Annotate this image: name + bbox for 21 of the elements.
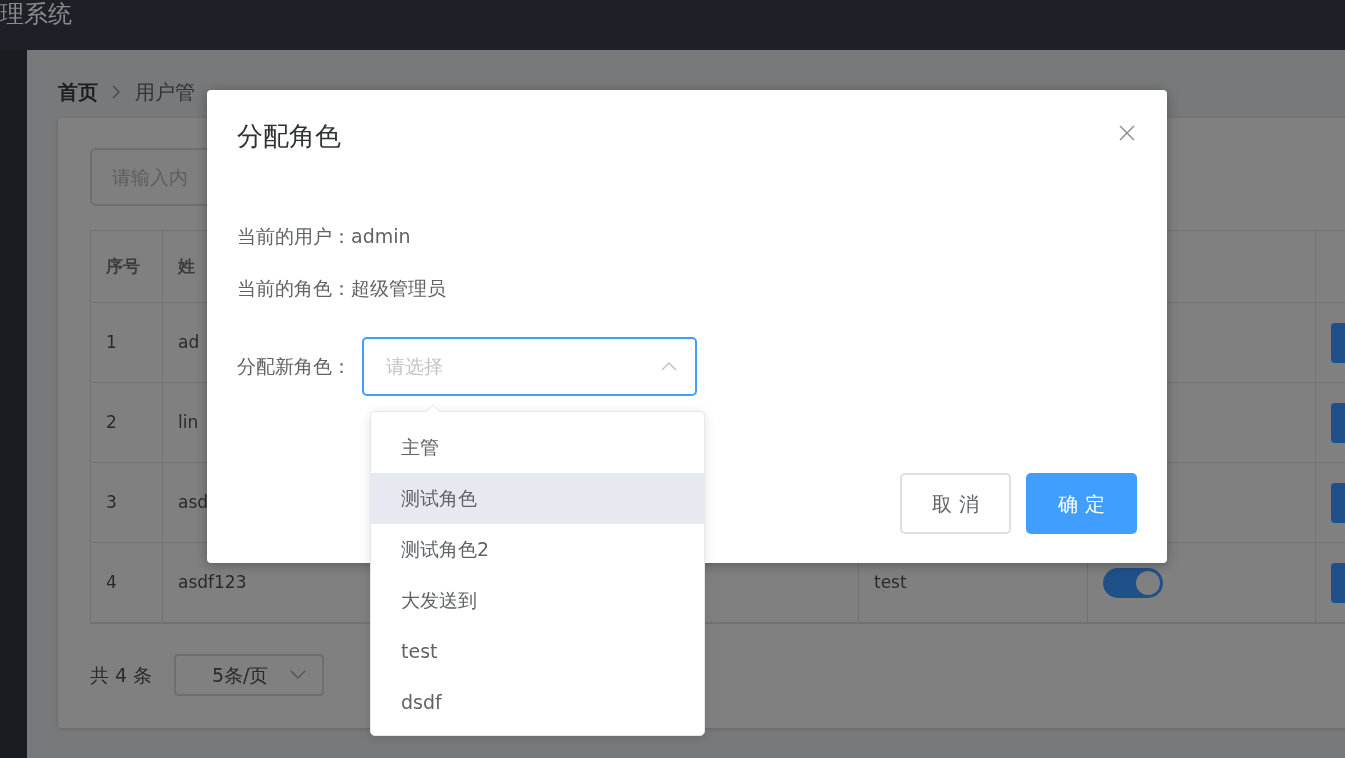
table-cell: 3	[91, 463, 163, 543]
table-cell: 2	[91, 383, 163, 463]
dropdown-option[interactable]: 测试角色	[371, 473, 704, 524]
toggle-switch[interactable]	[1103, 567, 1163, 598]
caret-down-icon	[290, 670, 307, 680]
close-icon	[1119, 125, 1135, 141]
table-cell: 4	[91, 543, 163, 623]
field-label: 分配新角色：	[237, 354, 351, 380]
table-cell: 1	[91, 303, 163, 383]
dropdown-option[interactable]: dsdf	[371, 677, 704, 728]
total-count: 共 4 条	[90, 662, 153, 688]
breadcrumb-link[interactable]: 首页	[58, 77, 98, 107]
dialog-title: 分配角色	[237, 120, 341, 153]
dropdown-option[interactable]: test	[371, 626, 704, 677]
caret-up-icon	[661, 361, 677, 372]
cancel-button[interactable]: 取 消	[900, 473, 1011, 534]
chevron-right-icon	[112, 85, 121, 99]
app-title: 理系统	[0, 0, 72, 28]
column-header: 序号	[91, 231, 163, 303]
page-size-select[interactable]: 5条/页	[174, 654, 325, 696]
info-text: 当前的角色：超级管理员	[237, 276, 447, 302]
